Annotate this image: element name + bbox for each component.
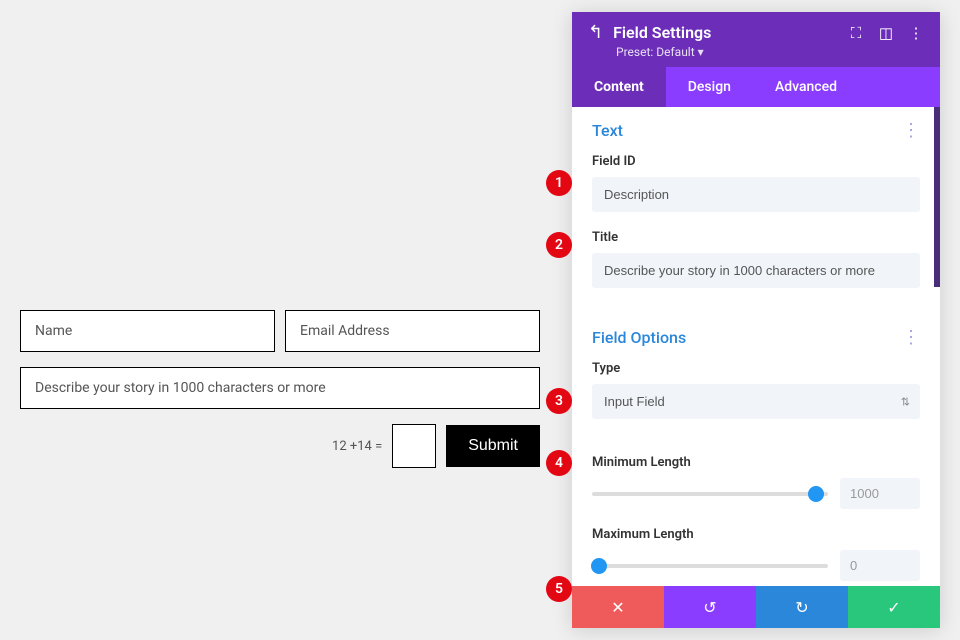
name-input[interactable]: Name bbox=[20, 310, 275, 352]
redo-icon: ↻ bbox=[795, 598, 808, 617]
title-label: Title bbox=[592, 230, 920, 245]
slider-thumb[interactable] bbox=[808, 486, 824, 502]
field-id-input[interactable] bbox=[592, 177, 920, 212]
slider-thumb[interactable] bbox=[591, 558, 607, 574]
scrollbar[interactable] bbox=[934, 107, 940, 287]
back-icon[interactable]: ↰ bbox=[588, 22, 603, 43]
preset-dropdown[interactable]: Preset: Default ▾ bbox=[616, 45, 924, 59]
form-preview: Name Email Address Describe your story i… bbox=[20, 310, 540, 468]
undo-icon: ↺ bbox=[703, 598, 716, 617]
annotation-badge-5: 5 bbox=[546, 576, 572, 602]
annotation-badge-4: 4 bbox=[546, 450, 572, 476]
tab-design[interactable]: Design bbox=[666, 67, 753, 107]
tab-advanced[interactable]: Advanced bbox=[753, 67, 859, 107]
check-icon: ✓ bbox=[887, 598, 900, 617]
min-length-value[interactable] bbox=[840, 478, 920, 509]
tab-content[interactable]: Content bbox=[572, 67, 666, 107]
type-label: Type bbox=[592, 361, 920, 376]
section-text-title: Text bbox=[592, 121, 623, 140]
captcha-label: 12 +14 = bbox=[332, 439, 382, 454]
field-id-label: Field ID bbox=[592, 154, 920, 169]
captcha-input[interactable] bbox=[392, 424, 436, 468]
section-options-title: Field Options bbox=[592, 328, 686, 347]
panel-title: Field Settings bbox=[613, 23, 838, 42]
min-length-label: Minimum Length bbox=[592, 455, 920, 470]
columns-icon[interactable]: ◫ bbox=[878, 25, 894, 41]
section-options-menu-icon[interactable]: ⋮ bbox=[902, 333, 920, 342]
close-icon: ✕ bbox=[611, 598, 624, 617]
type-select[interactable] bbox=[592, 384, 920, 419]
max-length-slider[interactable] bbox=[592, 564, 828, 568]
settings-panel: ↰ Field Settings ⛶ ◫ ⋮ Preset: Default ▾… bbox=[572, 12, 940, 628]
submit-button[interactable]: Submit bbox=[446, 425, 540, 467]
tabs: Content Design Advanced bbox=[572, 67, 940, 107]
redo-button[interactable]: ↻ bbox=[756, 586, 848, 628]
expand-icon[interactable]: ⛶ bbox=[848, 25, 864, 41]
email-input[interactable]: Email Address bbox=[285, 310, 540, 352]
max-length-value[interactable] bbox=[840, 550, 920, 581]
min-length-slider[interactable] bbox=[592, 492, 828, 496]
section-text-menu-icon[interactable]: ⋮ bbox=[902, 126, 920, 135]
title-input[interactable] bbox=[592, 253, 920, 288]
cancel-button[interactable]: ✕ bbox=[572, 586, 664, 628]
undo-button[interactable]: ↺ bbox=[664, 586, 756, 628]
annotation-badge-3: 3 bbox=[546, 388, 572, 414]
confirm-button[interactable]: ✓ bbox=[848, 586, 940, 628]
annotation-badge-1: 1 bbox=[546, 170, 572, 196]
menu-icon[interactable]: ⋮ bbox=[908, 25, 924, 41]
max-length-label: Maximum Length bbox=[592, 527, 920, 542]
annotation-badge-2: 2 bbox=[546, 232, 572, 258]
story-input[interactable]: Describe your story in 1000 characters o… bbox=[20, 367, 540, 409]
